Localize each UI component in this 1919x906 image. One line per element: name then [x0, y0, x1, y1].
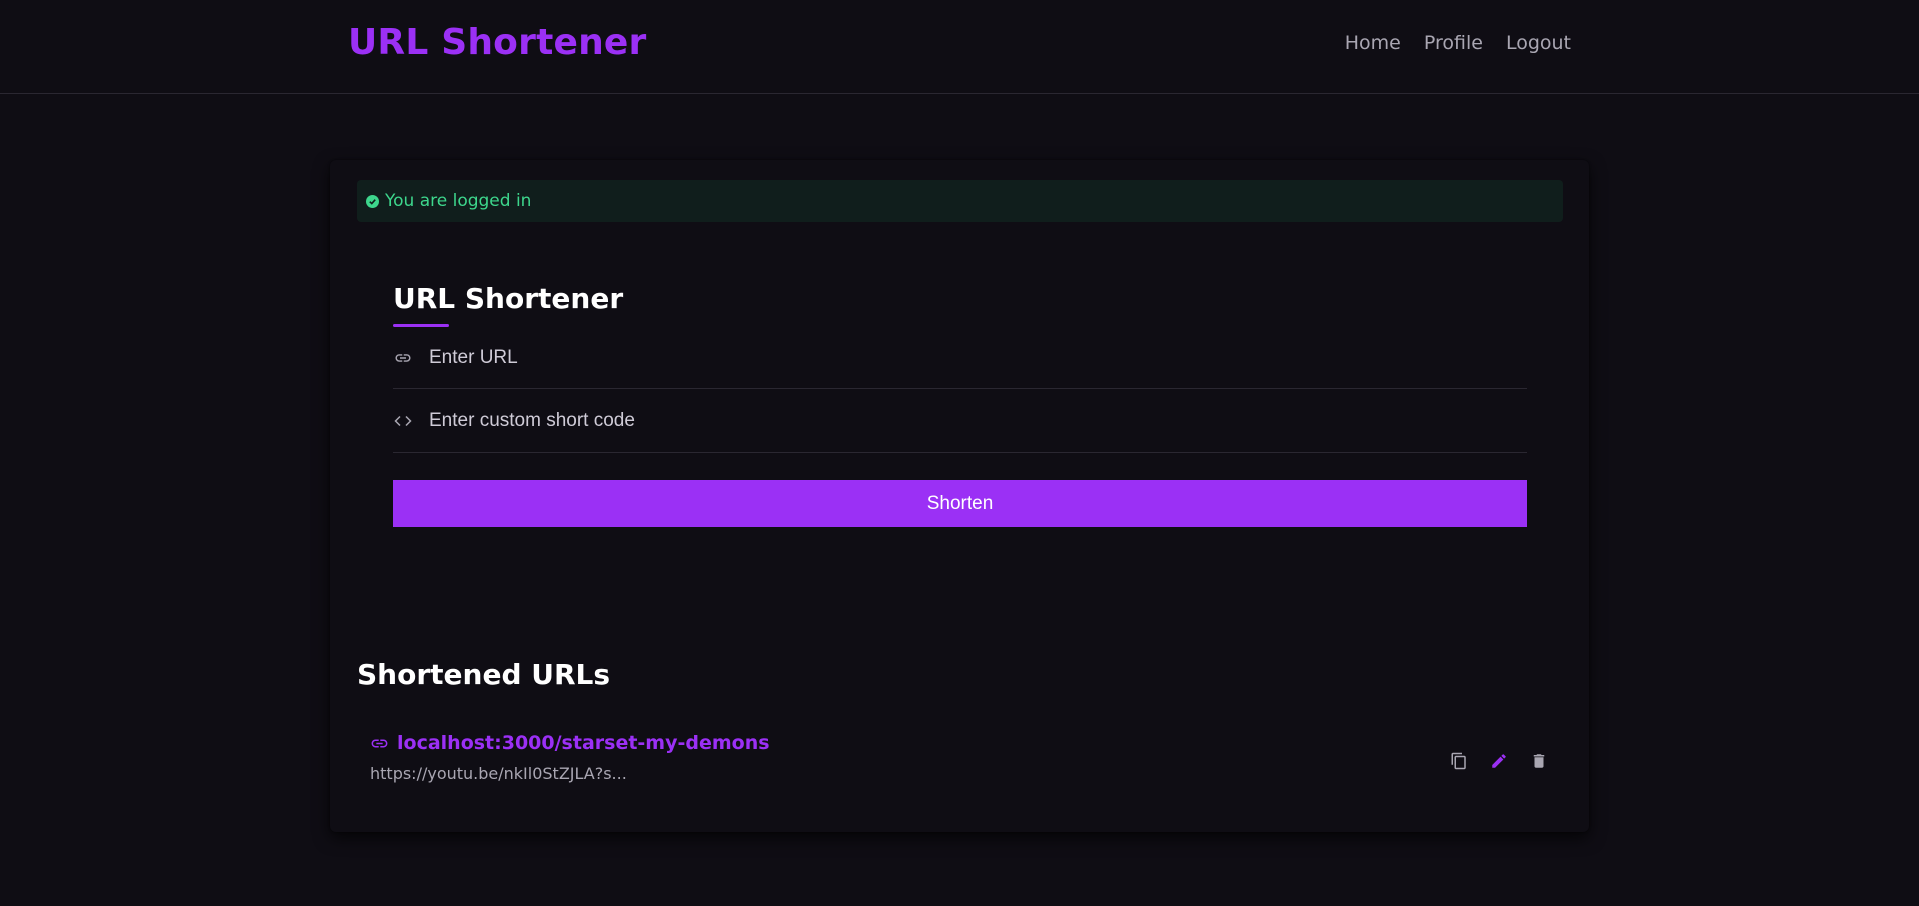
shorten-form: URL Shortener Shorten: [393, 280, 1527, 527]
edit-icon[interactable]: [1488, 750, 1510, 772]
row-actions: [1448, 750, 1550, 772]
form-title: URL Shortener: [393, 282, 624, 315]
top-navbar: URL Shortener Home Profile Logout: [0, 0, 1919, 94]
shortened-urls-title: Shortened URLs: [357, 658, 611, 691]
delete-icon[interactable]: [1528, 750, 1550, 772]
nav-profile-link[interactable]: Profile: [1424, 32, 1483, 54]
main-card: You are logged in URL Shortener Shorten …: [330, 160, 1589, 832]
short-url-link[interactable]: localhost:3000/starset-my-demons: [370, 732, 1550, 754]
brand-title[interactable]: URL Shortener: [348, 22, 647, 63]
url-field: [393, 327, 1527, 389]
login-status-alert: You are logged in: [357, 180, 1563, 222]
alert-message: You are logged in: [385, 191, 532, 211]
check-circle-icon: [366, 194, 379, 208]
nav-logout-link[interactable]: Logout: [1506, 32, 1571, 54]
code-icon: [393, 411, 413, 431]
list-item: localhost:3000/starset-my-demons https:/…: [370, 732, 1550, 796]
short-url-text: localhost:3000/starset-my-demons: [397, 732, 770, 754]
copy-icon[interactable]: [1448, 750, 1470, 772]
url-input[interactable]: [427, 345, 1427, 370]
short-code-input[interactable]: [427, 408, 1427, 433]
link-icon: [393, 348, 413, 368]
original-url: https://youtu.be/nkIl0StZJLA?s...: [370, 764, 627, 783]
shorten-button[interactable]: Shorten: [393, 480, 1527, 527]
main-nav: Home Profile Logout: [1345, 32, 1571, 54]
code-field: [393, 389, 1527, 453]
link-icon: [370, 734, 389, 753]
nav-home-link[interactable]: Home: [1345, 32, 1401, 54]
